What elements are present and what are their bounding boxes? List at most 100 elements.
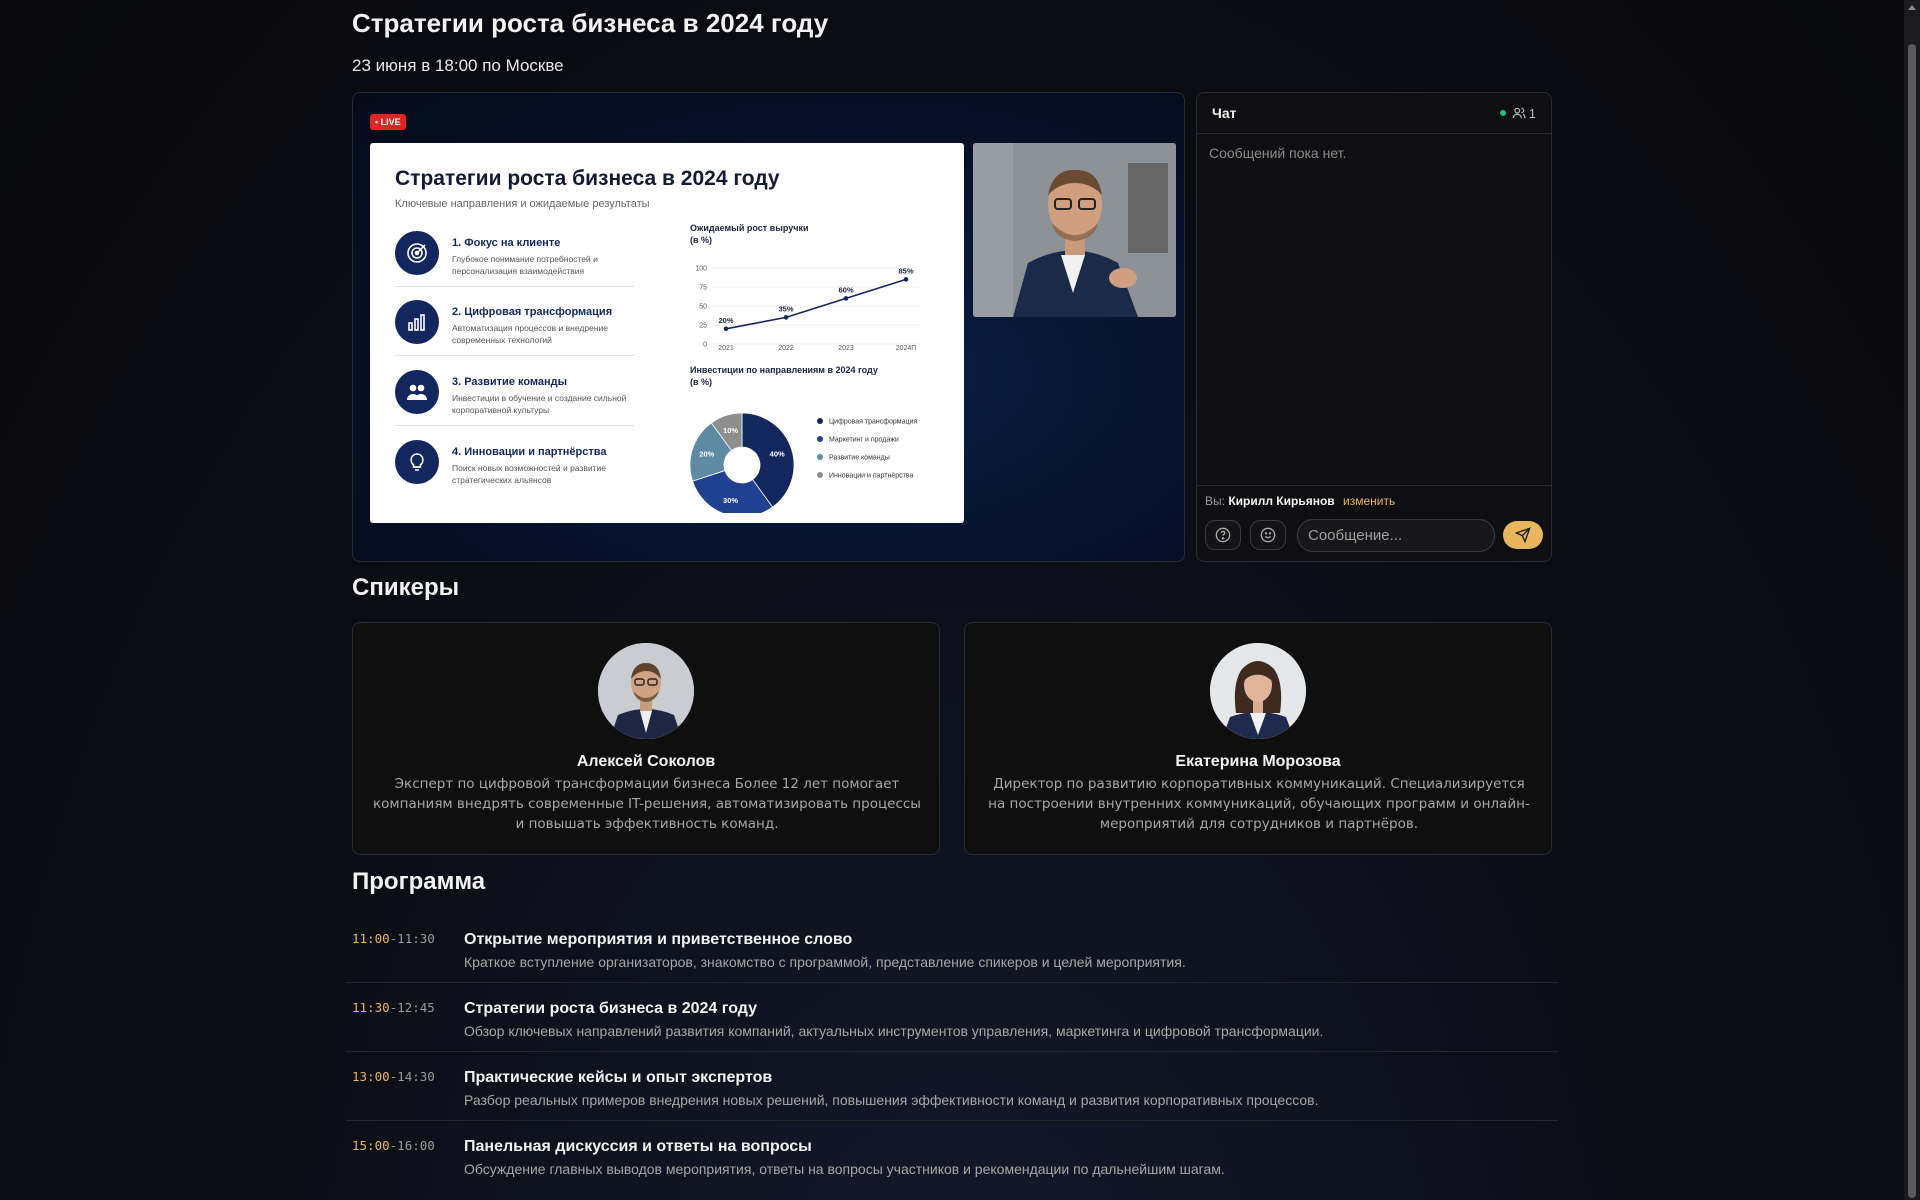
speaker-bio: Директор по развитию корпоративных комму…	[988, 776, 1530, 832]
slide-focus-title: 4. Инновации и партнёрства	[452, 446, 607, 458]
chat-user-name: Кирилл Кирьянов	[1228, 494, 1335, 508]
slide-focus-desc: Автоматизация процессов и внедрение совр…	[452, 323, 608, 345]
slice-label: 20%	[699, 450, 714, 459]
program-title: Практические кейсы и опыт экспертов	[464, 1069, 773, 1086]
send-button[interactable]	[1503, 521, 1543, 549]
change-name-link[interactable]: изменить	[1343, 494, 1395, 508]
scroll-up-arrow[interactable]	[1908, 5, 1916, 10]
lightbulb-icon	[395, 440, 439, 484]
slice-label: 40%	[770, 450, 785, 459]
chat-empty-message: Сообщений пока нет.	[1209, 145, 1347, 161]
data-label: 20%	[718, 316, 733, 325]
event-date: 23 июня в 18:00 по Москве	[352, 56, 564, 75]
slice-label: 30%	[723, 496, 738, 505]
program-end: -11:30	[389, 931, 435, 946]
page-scrollbar[interactable]	[1904, 0, 1920, 1200]
speaker-name: Алексей Соколов	[576, 753, 716, 770]
emoji-button[interactable]	[1250, 520, 1286, 550]
program-title: Панельная дискуссия и ответы на вопросы	[464, 1138, 812, 1155]
slide-focus-title: 3. Развитие команды	[452, 376, 568, 388]
legend-label: Инновации и партнёрства	[829, 473, 913, 480]
y-tick-label: 50	[699, 304, 707, 311]
x-tick-label: 2021	[718, 345, 734, 351]
program-desc: Разбор реальных примеров внедрения новых…	[464, 1092, 1319, 1108]
users-icon	[1512, 107, 1526, 119]
x-tick-label: 2022	[778, 345, 794, 351]
investment-pie-chart: Инвестиции по направлениям в 2024 году (в…	[690, 365, 917, 513]
program-time: 11:00-11:30	[352, 931, 435, 946]
online-indicator	[1499, 110, 1506, 116]
send-icon	[1515, 527, 1531, 543]
speaker-avatar	[598, 643, 694, 739]
chat-footer: Вы: Кирилл Кирьянов изменить	[1197, 485, 1551, 561]
help-button[interactable]	[1205, 520, 1241, 550]
online-count: 1	[1512, 106, 1536, 121]
speaker-avatar	[1210, 643, 1306, 739]
y-tick-label: 75	[699, 285, 707, 292]
program-time: 11:30-12:45	[352, 1000, 435, 1015]
chat-panel: Чат 1 Сообщений пока нет. Вы: Кирилл Кир…	[1196, 92, 1552, 562]
y-tick-label: 100	[695, 266, 707, 273]
program-title: Стратегии роста бизнеса в 2024 году	[464, 1000, 758, 1017]
slice-label: 10%	[723, 426, 738, 435]
data-label: 35%	[778, 304, 793, 313]
program-end: -14:30	[389, 1069, 435, 1084]
revenue-line-chart: Ожидаемый рост выручки (в %) 0 25 50 75 100 20%…	[690, 223, 920, 351]
slide-subtitle: Ключевые направления и ожидаемые результ…	[395, 198, 650, 210]
program-time: 15:00-16:00	[352, 1138, 435, 1153]
team-icon	[395, 370, 439, 414]
legend-swatch	[817, 436, 823, 442]
program-item: 11:00-11:30 Открытие мероприятия и приве…	[346, 914, 1558, 983]
presentation-slide: Стратегии роста бизнеса в 2024 году Ключ…	[370, 143, 964, 523]
chat-title: Чат	[1212, 105, 1237, 121]
speaker-name: Екатерина Морозова	[1175, 753, 1341, 770]
data-label: 85%	[898, 266, 913, 275]
program-end: -12:45	[389, 1000, 435, 1015]
data-point	[783, 315, 789, 320]
program-title: Открытие мероприятия и приветственное сл…	[464, 931, 853, 948]
speaker-card: Екатерина Морозова Директор по развитию …	[964, 622, 1552, 855]
program-end: -16:00	[389, 1138, 435, 1153]
bar-chart-icon	[395, 300, 439, 344]
slide-focus-item: 3. Развитие команды Инвестиции в обучени…	[395, 370, 635, 426]
legend-swatch	[817, 418, 823, 424]
slide-focus-title: 2. Цифровая трансформация	[452, 306, 613, 318]
legend-label: Цифровая трансформация	[829, 419, 917, 426]
program-start: 11:30	[352, 1000, 390, 1015]
chat-current-user: Вы: Кирилл Кирьянов изменить	[1205, 494, 1395, 508]
live-badge: • LIVE	[370, 114, 406, 130]
scroll-thumb[interactable]	[1908, 44, 1916, 1198]
program-desc: Обсуждение главных выводов мероприятия, …	[464, 1161, 1225, 1177]
legend-swatch	[817, 454, 823, 460]
program-start: 13:00	[352, 1069, 390, 1084]
target-icon	[395, 231, 439, 275]
slide-focus-title: 1. Фокус на клиенте	[452, 237, 561, 249]
slide-focus-item: 4. Инновации и партнёрства Поиск новых в…	[395, 440, 635, 496]
message-input[interactable]	[1297, 519, 1495, 552]
online-count-value: 1	[1528, 105, 1536, 121]
slide-focus-desc: Глубокое понимание потребностей и персон…	[452, 254, 598, 276]
legend-label: Развитие команды	[829, 455, 890, 462]
slide-title: Стратегии роста бизнеса в 2024 году	[395, 167, 780, 190]
chat-header: Чат 1	[1197, 93, 1551, 134]
program-start: 11:00	[352, 931, 390, 946]
chart-title: (в %)	[690, 377, 712, 387]
speaker-card: Алексей Соколов Эксперт по цифровой тран…	[352, 622, 940, 855]
video-player[interactable]: • LIVE Стратегии роста бизнеса в 2024 го…	[352, 92, 1185, 562]
question-icon	[1215, 527, 1231, 543]
slide-focus-item: 1. Фокус на клиенте Глубокое понимание п…	[395, 231, 635, 287]
speaker-bio: Эксперт по цифровой трансформации бизнес…	[373, 776, 921, 832]
y-tick-label: 0	[703, 342, 707, 349]
program-heading: Программа	[352, 868, 486, 895]
data-point	[843, 296, 849, 301]
data-point	[903, 277, 909, 282]
legend-swatch	[817, 472, 823, 478]
program-time: 13:00-14:30	[352, 1069, 435, 1084]
data-point	[723, 326, 729, 332]
x-tick-label: 2024П	[896, 345, 917, 351]
program-item: 15:00-16:00 Панельная дискуссия и ответы…	[346, 1121, 1558, 1190]
chat-user-prefix: Вы:	[1205, 494, 1225, 508]
speaker-camera	[973, 143, 1176, 317]
program-desc: Краткое вступление организаторов, знаком…	[464, 954, 1186, 970]
chart-title: (в %)	[690, 235, 712, 245]
